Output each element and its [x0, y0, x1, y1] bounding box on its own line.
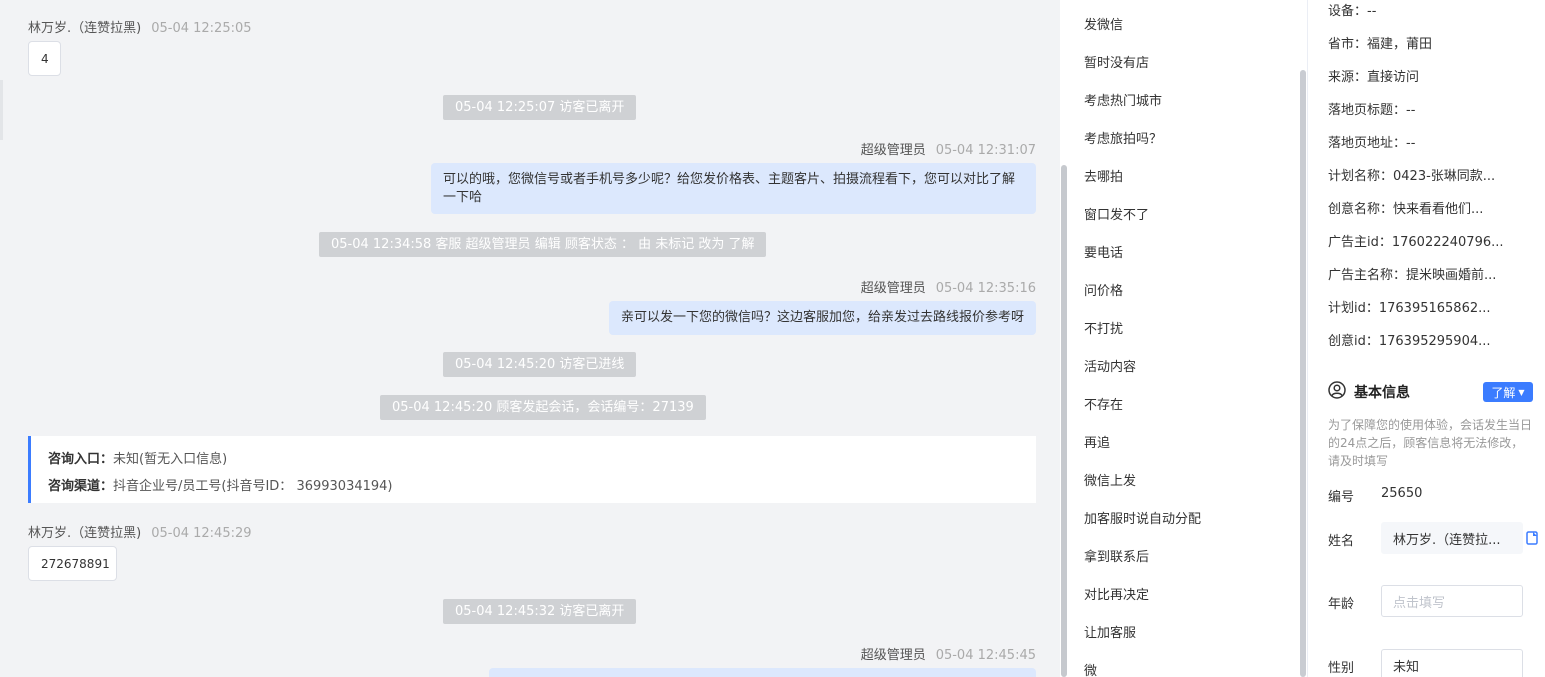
sender-name: 超级管理员	[860, 281, 926, 296]
quick-reply-item[interactable]: 问价格	[1084, 280, 1123, 299]
agent-message-bubble: 可以的哦，您微信号或者手机号多少呢？给您发价格表、主题客片、拍摄流程看下，您可以…	[431, 163, 1036, 214]
quick-reply-item[interactable]: 发微信	[1084, 14, 1123, 33]
message-sender: 林万岁.（连赞拉黑) 05-04 12:25:05	[28, 17, 252, 36]
info-plan-id: 计划id：176395165862...	[1328, 301, 1491, 316]
quick-reply-item[interactable]: 暂时没有店	[1084, 52, 1149, 71]
info-plan-name: 计划名称：0423-张琳同款...	[1328, 169, 1496, 184]
info-province: 省市：福建，莆田	[1328, 37, 1433, 52]
message-sender: 林万岁.（连赞拉黑) 05-04 12:45:29	[28, 522, 252, 541]
quick-reply-item[interactable]: 活动内容	[1084, 356, 1136, 375]
sender-name: 超级管理员	[860, 648, 926, 663]
status-dropdown-button[interactable]: 了解 ▼	[1483, 382, 1533, 402]
message-sender: 超级管理员 05-04 12:35:16	[861, 277, 1036, 296]
agent-message-bubble	[489, 668, 1036, 677]
quick-reply-item[interactable]: 考虑旅拍吗？	[1084, 128, 1162, 147]
system-notice: 05-04 12:25:07 访客已离开	[443, 95, 637, 120]
quick-reply-item[interactable]: 再追	[1084, 432, 1110, 451]
agent-message-bubble: 亲可以发一下您的微信吗？这边客服加您，给亲发过去路线报价参考呀	[609, 301, 1036, 335]
age-label: 年龄	[1328, 597, 1355, 612]
consult-info-card: 咨询入口：未知(暂无入口信息) 咨询渠道：抖音企业号/员工号(抖音号ID： 36…	[28, 436, 1036, 503]
message-sender: 超级管理员 05-04 12:45:45	[861, 644, 1036, 663]
age-input[interactable]: 点击填写	[1381, 585, 1523, 617]
sender-name: 林万岁.（连赞拉黑)	[28, 526, 142, 541]
consult-entry-row: 咨询入口：未知(暂无入口信息)	[48, 446, 1019, 473]
info-device: 设备：--	[1328, 4, 1377, 19]
basic-info-title: 基本信息	[1354, 385, 1410, 401]
quick-reply-item[interactable]: 要电话	[1084, 242, 1123, 261]
system-notice: 05-04 12:34:58 客服 超级管理员 编辑 顾客状态 ： 由 未标记 …	[319, 232, 767, 257]
message-sender: 超级管理员 05-04 12:31:07	[861, 139, 1036, 158]
info-landing-title: 落地页标题：--	[1328, 103, 1416, 118]
name-field: 林万岁.（连赞拉...	[1381, 522, 1523, 554]
message-time: 05-04 12:31:07	[935, 143, 1036, 158]
consult-channel-value: 抖音企业号/员工号(抖音号ID： 36993034194)	[113, 479, 393, 494]
basic-info-header: 基本信息 了解 ▼	[1328, 380, 1533, 404]
customer-info-panel: 设备：-- 省市：福建，莆田 来源：直接访问 落地页标题：-- 落地页地址：--…	[1310, 0, 1545, 677]
system-notice: 05-04 12:45:20 访客已进线	[443, 352, 637, 377]
consult-channel-row: 咨询渠道：抖音企业号/员工号(抖音号ID： 36993034194)	[48, 473, 1019, 500]
quick-reply-item[interactable]: 让加客服	[1084, 622, 1136, 641]
age-placeholder: 点击填写	[1393, 595, 1446, 611]
info-source: 来源：直接访问	[1328, 70, 1420, 85]
chat-edge-marker	[0, 80, 3, 140]
info-advertiser-id: 广告主id：176022240796...	[1328, 235, 1504, 250]
consult-entry-value: 未知(暂无入口信息)	[113, 452, 228, 467]
system-notice: 05-04 12:45:20 顾客发起会话，会话编号：27139	[380, 395, 706, 420]
sender-name: 超级管理员	[860, 143, 926, 158]
quick-reply-item[interactable]: 去哪拍	[1084, 166, 1123, 185]
message-time: 05-04 12:35:16	[935, 281, 1036, 296]
quick-reply-item[interactable]: 窗口发不了	[1084, 204, 1149, 223]
quick-reply-item[interactable]: 不打扰	[1084, 318, 1123, 337]
quick-reply-item[interactable]: 加客服时说自动分配	[1084, 508, 1201, 527]
chat-scrollbar[interactable]	[1061, 165, 1067, 677]
quick-reply-item[interactable]: 考虑热门城市	[1084, 90, 1162, 109]
customer-message-bubble: 272678891	[28, 546, 117, 581]
customer-message-bubble: 4	[28, 41, 61, 76]
message-text: 可以的哦，您微信号或者手机号多少呢？给您发价格表、主题客片、拍摄流程看下，您可以…	[443, 172, 1016, 205]
message-text: 亲可以发一下您的微信吗？这边客服加您，给亲发过去路线报价参考呀	[621, 310, 1025, 325]
gender-label: 性别	[1328, 661, 1355, 676]
name-label: 姓名	[1328, 534, 1355, 549]
basic-info-note: 为了保障您的使用体验，会话发生当日的24点之后，顾客信息将无法修改，请及时填写	[1328, 418, 1533, 468]
info-landing-url: 落地页地址：--	[1328, 136, 1416, 151]
info-advertiser-name: 广告主名称：提米映画婚前...	[1328, 268, 1497, 283]
message-text: 4	[41, 51, 49, 66]
consult-channel-label: 咨询渠道：	[48, 479, 114, 494]
message-time: 05-04 12:25:05	[151, 21, 252, 36]
consult-entry-label: 咨询入口：	[48, 452, 114, 467]
user-circle-icon	[1328, 381, 1346, 403]
sender-name: 林万岁.（连赞拉黑)	[28, 21, 142, 36]
quick-reply-item[interactable]: 对比再决定	[1084, 584, 1149, 603]
message-time: 05-04 12:45:29	[151, 526, 252, 541]
info-creative-id: 创意id：176395295904...	[1328, 334, 1491, 349]
quick-reply-item[interactable]: 不存在	[1084, 394, 1123, 413]
copy-icon[interactable]	[1526, 531, 1539, 550]
caret-down-icon: ▼	[1518, 387, 1525, 397]
quick-reply-item[interactable]: 微	[1084, 660, 1097, 677]
message-text: 272678891	[41, 556, 110, 571]
quick-reply-panel: 发微信 暂时没有店 考虑热门城市 考虑旅拍吗？ 去哪拍 窗口发不了 要电话 问价…	[1068, 0, 1308, 677]
id-value: 25650	[1381, 486, 1423, 501]
gender-select[interactable]: 未知	[1381, 649, 1523, 677]
name-value: 林万岁.（连赞拉...	[1393, 532, 1501, 548]
quick-reply-item[interactable]: 拿到联系后	[1084, 546, 1149, 565]
info-creative-name: 创意名称：快来看看他们...	[1328, 202, 1484, 217]
system-notice: 05-04 12:45:32 访客已离开	[443, 599, 637, 624]
quick-reply-item[interactable]: 微信上发	[1084, 470, 1136, 489]
gender-value: 未知	[1393, 659, 1420, 675]
id-label: 编号	[1328, 490, 1355, 505]
status-dropdown-label: 了解	[1491, 385, 1516, 400]
chat-panel: 林万岁.（连赞拉黑) 05-04 12:25:05 4 05-04 12:25:0…	[0, 0, 1060, 677]
message-time: 05-04 12:45:45	[935, 648, 1036, 663]
quick-reply-scrollbar[interactable]	[1300, 70, 1306, 677]
